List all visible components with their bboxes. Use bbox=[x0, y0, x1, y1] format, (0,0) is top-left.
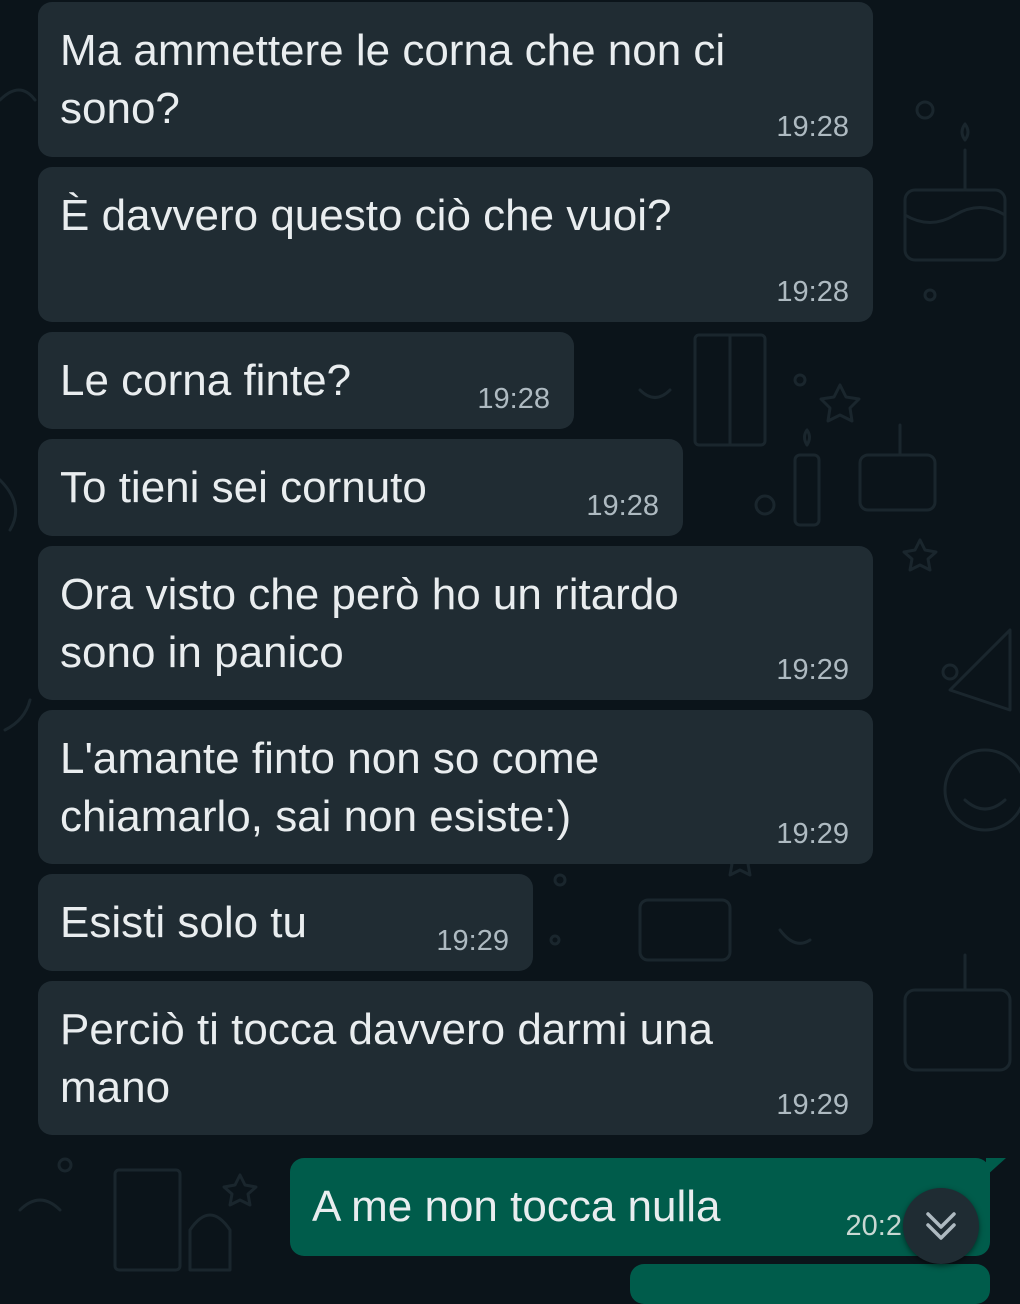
message-bubble[interactable]: L'amante finto non so come chiamarlo, sa… bbox=[38, 710, 873, 864]
message-text: Ma ammettere le corna che non ci sono? bbox=[60, 26, 726, 133]
message-timestamp: 19:29 bbox=[776, 818, 849, 850]
message-bubble[interactable]: Le corna finte? 19:28 bbox=[38, 332, 574, 429]
message-bubble-outgoing[interactable]: A me non tocca nulla 20:2 bbox=[290, 1158, 1006, 1256]
message-timestamp: 19:29 bbox=[776, 654, 849, 686]
message-timestamp: 19:28 bbox=[776, 276, 849, 308]
message-bubble-outgoing-partial[interactable] bbox=[630, 1264, 990, 1304]
scroll-to-bottom-button[interactable] bbox=[903, 1188, 979, 1264]
message-bubble[interactable]: Perciò ti tocca davvero darmi una mano 1… bbox=[38, 981, 873, 1135]
bubble-tail bbox=[986, 1158, 1006, 1176]
message-timestamp: 19:28 bbox=[477, 383, 550, 415]
message-timestamp: 19:28 bbox=[776, 111, 849, 143]
message-timestamp: 19:29 bbox=[436, 925, 509, 957]
message-text: L'amante finto non so come chiamarlo, sa… bbox=[60, 734, 600, 841]
message-timestamp: 20:2 bbox=[845, 1210, 902, 1242]
message-bubble[interactable]: Esisti solo tu 19:29 bbox=[38, 874, 533, 971]
message-bubble[interactable]: To tieni sei cornuto 19:28 bbox=[38, 439, 683, 536]
message-text: Perciò ti tocca davvero darmi una mano bbox=[60, 1005, 713, 1112]
message-text: To tieni sei cornuto bbox=[60, 463, 427, 512]
message-timestamp: 19:29 bbox=[776, 1089, 849, 1121]
message-text: Ora visto che però ho un ritardo sono in… bbox=[60, 570, 679, 677]
message-bubble[interactable]: Ora visto che però ho un ritardo sono in… bbox=[38, 546, 873, 700]
message-bubble[interactable]: È davvero questo ciò che vuoi? 19:28 bbox=[38, 167, 873, 322]
message-bubble[interactable]: Ma ammettere le corna che non ci sono? 1… bbox=[38, 2, 873, 157]
message-text: È davvero questo ciò che vuoi? bbox=[60, 191, 672, 240]
message-timestamp: 19:28 bbox=[586, 490, 659, 522]
double-chevron-down-icon bbox=[926, 1212, 956, 1240]
